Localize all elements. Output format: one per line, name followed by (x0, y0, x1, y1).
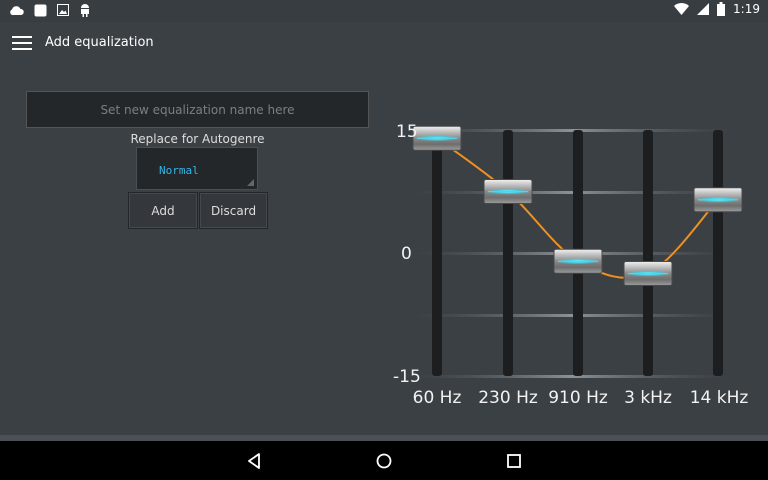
y-label-top: 15 (396, 122, 418, 142)
y-label-mid: 0 (401, 244, 412, 264)
home-circle-icon[interactable] (374, 451, 394, 471)
y-label-bottom: -15 (393, 367, 421, 387)
slider-knob[interactable] (412, 125, 462, 151)
slider-track[interactable] (432, 130, 442, 376)
grid-line (415, 191, 730, 194)
slider-knob[interactable] (693, 187, 743, 213)
slider-knob[interactable] (623, 261, 673, 286)
slider-track[interactable] (713, 130, 723, 376)
slider-track[interactable] (643, 130, 653, 376)
band-label: 3 kHz (624, 388, 672, 408)
band-label: 14 kHz (690, 388, 749, 408)
band-label: 60 Hz (413, 388, 462, 408)
slider-knob[interactable] (553, 248, 603, 274)
band-label: 230 Hz (478, 388, 538, 408)
slider-track[interactable] (503, 130, 513, 376)
band-label: 910 Hz (548, 388, 608, 408)
navigation-bar (0, 441, 768, 480)
grid-line (415, 375, 730, 378)
slider-knob[interactable] (483, 179, 533, 204)
grid-line (415, 314, 730, 317)
equalizer-panel: 15 0 -15 60 Hz 230 Hz 910 Hz 3 kHz 14 kHz (393, 122, 749, 408)
grid-line (415, 129, 730, 132)
recents-square-icon[interactable] (504, 451, 524, 471)
back-triangle-icon[interactable] (245, 451, 265, 471)
